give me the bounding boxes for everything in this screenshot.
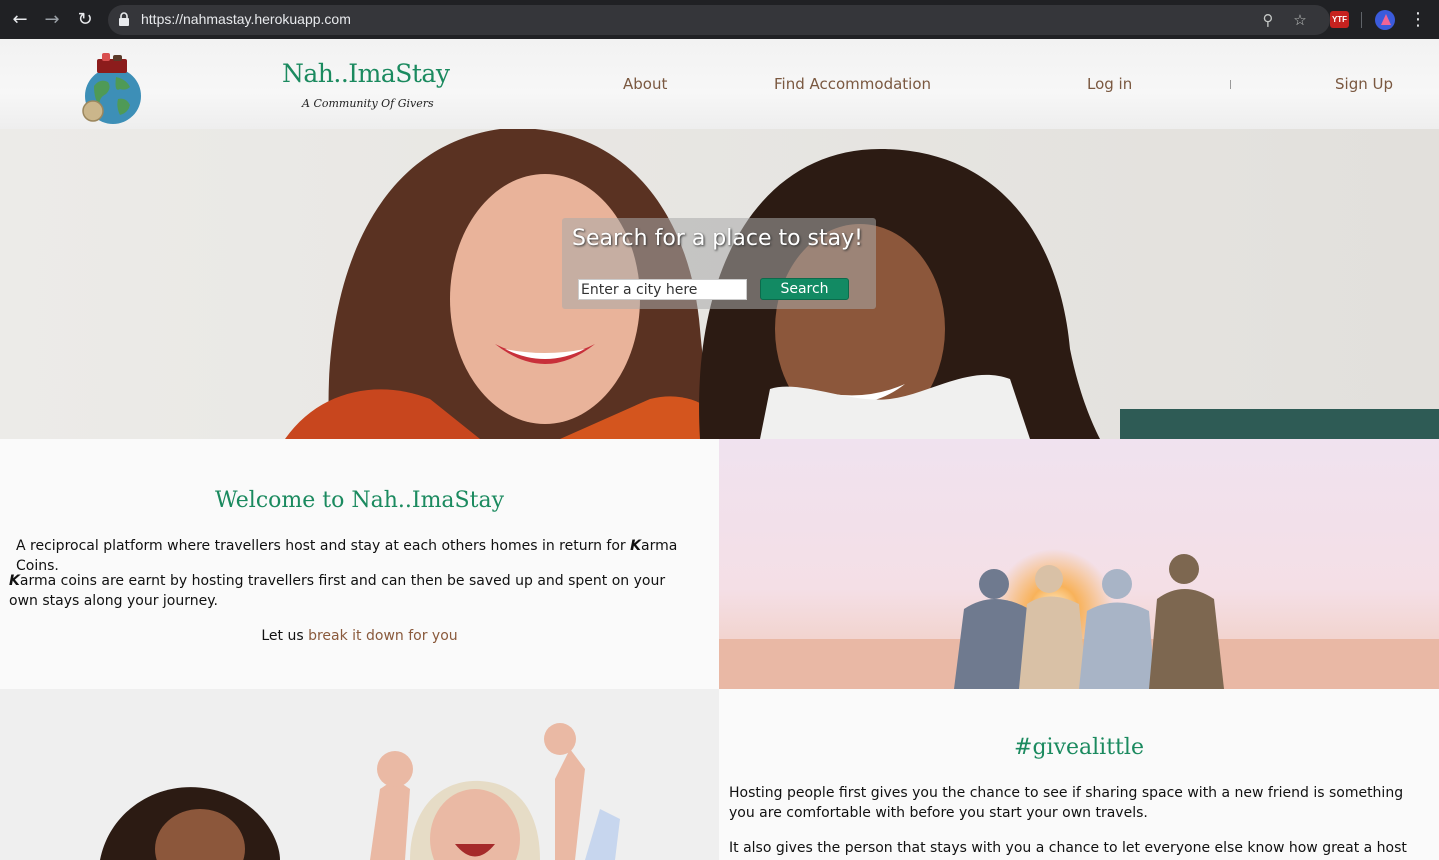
toolbar-divider <box>1361 12 1362 28</box>
brand-title[interactable]: Nah..ImaStay <box>282 59 450 88</box>
site-header: Nah..ImaStay A Community Of Givers About… <box>0 39 1439 129</box>
welcome-p1-text: A reciprocal platform where travellers h… <box>16 538 631 554</box>
address-bar[interactable]: https://nahmastay.herokuapp.com ⚲ ☆ <box>108 5 1330 35</box>
nav-divider <box>1230 80 1231 89</box>
friends-sunset-image <box>719 439 1439 689</box>
browser-toolbar: ← → ↻ https://nahmastay.herokuapp.com ⚲ … <box>0 0 1439 39</box>
givealittle-paragraph-2: It also gives the person that stays with… <box>729 840 1407 856</box>
welcome-p3-text: Let us <box>261 628 309 644</box>
extension-ytf-icon[interactable]: YTF <box>1330 11 1349 28</box>
break-it-down-link[interactable]: break it down for you <box>308 628 458 644</box>
welcome-paragraph-2: Karma coins are earnt by hosting travell… <box>9 571 689 611</box>
welcome-paragraph-3: Let us break it down for you <box>0 626 719 646</box>
reload-icon[interactable]: ↻ <box>73 8 97 32</box>
nav-signup-link[interactable]: Sign Up <box>1335 75 1393 93</box>
url-text: https://nahmastay.herokuapp.com <box>141 11 351 27</box>
search-panel: Search for a place to stay! Search <box>562 218 876 309</box>
city-search-input[interactable] <box>578 279 747 300</box>
nav-login-link[interactable]: Log in <box>1087 75 1132 93</box>
hero-banner: Search for a place to stay! Search <box>0 129 1439 439</box>
menu-kebab-icon[interactable]: ⋮ <box>1408 8 1428 32</box>
welcome-section: Welcome to Nah..ImaStay A reciprocal pla… <box>0 439 719 689</box>
karma-coin-symbol: K <box>630 538 641 554</box>
profile-avatar-icon[interactable] <box>1375 10 1395 30</box>
nav-find-accommodation-link[interactable]: Find Accommodation <box>774 75 931 93</box>
search-button[interactable]: Search <box>760 278 849 300</box>
back-arrow-icon[interactable]: ← <box>8 8 32 32</box>
welcome-paragraph-1: A reciprocal platform where travellers h… <box>16 536 716 576</box>
welcome-p2-text: arma coins are earnt by hosting travelle… <box>9 573 666 609</box>
givealittle-section: #givealittle Hosting people first gives … <box>719 689 1439 860</box>
celebrating-women-image <box>0 689 719 860</box>
forward-arrow-icon[interactable]: → <box>40 8 64 32</box>
bookmark-star-icon[interactable]: ☆ <box>1290 10 1310 30</box>
givealittle-heading: #givealittle <box>1014 735 1144 760</box>
welcome-heading: Welcome to Nah..ImaStay <box>214 488 505 513</box>
karma-coin-symbol: K <box>9 573 20 589</box>
zoom-icon[interactable]: ⚲ <box>1258 10 1278 30</box>
search-heading: Search for a place to stay! <box>572 226 863 251</box>
globe-logo-icon[interactable] <box>80 53 146 125</box>
lock-icon <box>119 12 129 26</box>
brand-tagline: A Community Of Givers <box>302 97 434 110</box>
nav-about-link[interactable]: About <box>623 75 667 93</box>
givealittle-paragraph-1: Hosting people first gives you the chanc… <box>729 785 1404 821</box>
